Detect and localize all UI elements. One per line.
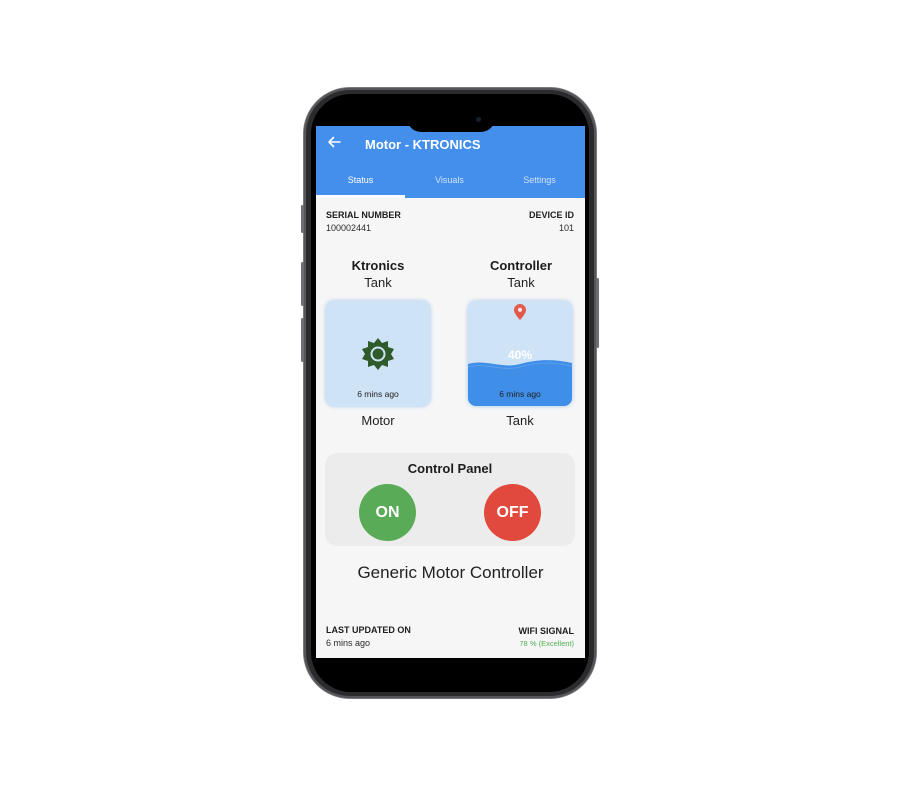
phone-notch [407, 112, 495, 132]
control-panel-title: Control Panel [407, 461, 493, 476]
tab-settings[interactable]: Settings [495, 175, 584, 185]
mute-switch [301, 205, 304, 233]
tab-status[interactable]: Status [316, 175, 405, 185]
right-column-title: Controller [489, 258, 553, 273]
stage: Motor - KTRONICS Status Visuals Settings… [0, 0, 900, 785]
page-title: Motor - KTRONICS [365, 137, 481, 152]
off-button[interactable]: OFF [484, 484, 541, 541]
back-arrow-icon[interactable] [327, 135, 341, 154]
on-button[interactable]: ON [359, 484, 416, 541]
left-column-subtitle: Tank [364, 275, 392, 290]
last-updated-value: 6 mins ago [326, 638, 371, 648]
tank-tile[interactable]: 40% 6 mins ago [468, 301, 572, 406]
volume-up-button [301, 262, 304, 306]
arrow-left-icon [328, 136, 341, 148]
left-column-title: Ktronics [351, 258, 405, 273]
tank-level-percent: 40% [507, 348, 533, 362]
device-id-label: DEVICE ID [528, 210, 574, 220]
last-updated-label: LAST UPDATED ON [326, 625, 411, 635]
location-pin-icon [514, 304, 526, 320]
tab-visuals[interactable]: Visuals [405, 175, 494, 185]
right-column-subtitle: Tank [507, 275, 535, 290]
active-tab-indicator [316, 195, 405, 198]
tank-updated-time: 6 mins ago [499, 389, 541, 399]
wifi-signal-value: 78 % (Excellent) [519, 639, 574, 648]
tank-caption: Tank [506, 413, 534, 428]
gear-icon [362, 338, 394, 370]
motor-updated-time: 6 mins ago [357, 389, 399, 399]
app-bar: Motor - KTRONICS Status Visuals Settings [316, 126, 585, 198]
wifi-signal-label: WIFI SIGNAL [518, 626, 575, 636]
serial-number-value: 100002441 [326, 223, 372, 233]
app-screen: Motor - KTRONICS Status Visuals Settings… [316, 126, 585, 658]
motor-caption: Motor [361, 413, 395, 428]
device-name: Generic Motor Controller [357, 563, 544, 582]
front-camera [476, 117, 481, 122]
power-button [596, 278, 599, 348]
motor-tile[interactable]: 6 mins ago [326, 301, 430, 406]
serial-number-label: SERIAL NUMBER [326, 210, 401, 220]
volume-down-button [301, 318, 304, 362]
control-panel: Control Panel ON OFF [325, 453, 575, 546]
device-id-value: 101 [558, 223, 574, 233]
